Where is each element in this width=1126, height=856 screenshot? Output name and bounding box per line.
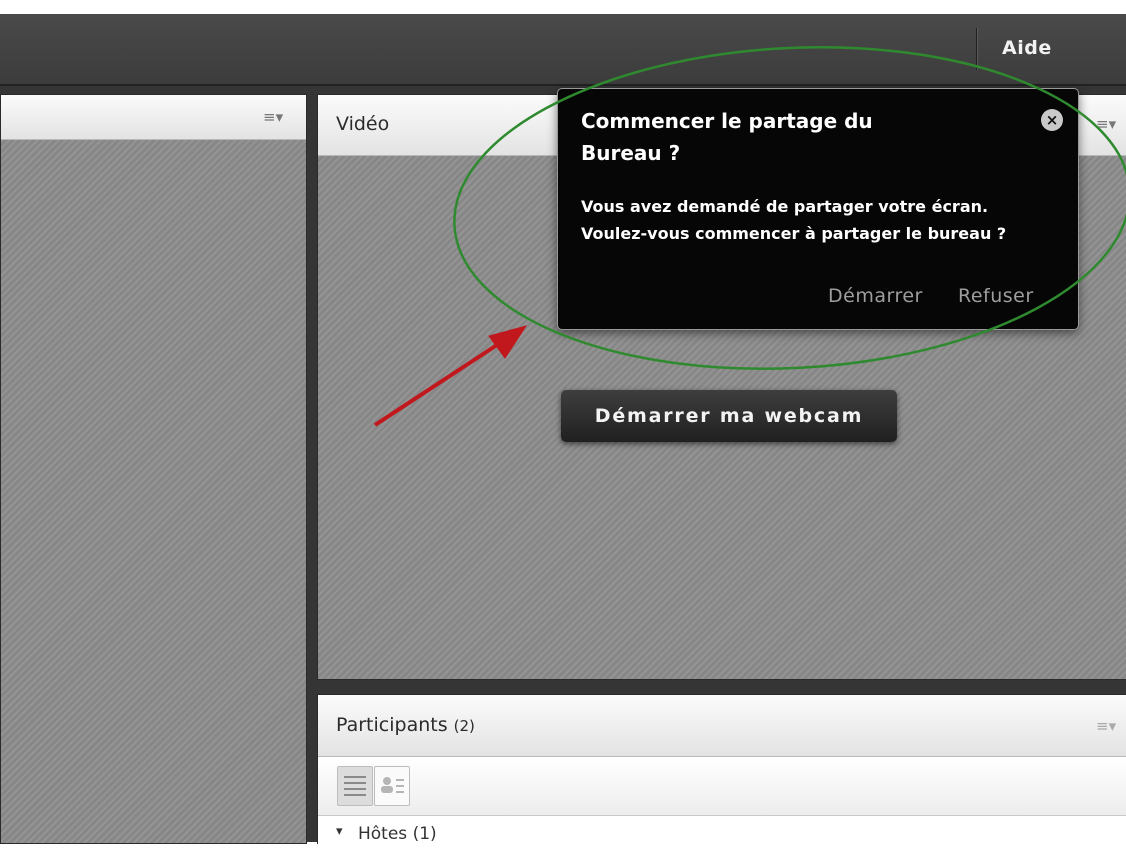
list-view-button[interactable] [337,766,373,806]
share-pod-body [1,140,306,843]
share-desktop-dialog: Commencer le partage du Bureau ? × Vous … [557,88,1079,330]
participants-pod-title: Participants (2) [336,714,475,736]
participants-pod-header: Participants (2) ≡▾ [318,695,1126,757]
decline-sharing-button[interactable]: Refuser [958,285,1034,307]
hosts-group-label: Hôtes (1) [358,824,437,844]
list-view-icon [344,776,366,796]
expand-arrow-icon: ▾ [336,824,343,839]
participants-pod-menu-icon[interactable]: ≡▾ [1096,717,1116,735]
video-pod-title: Vidéo [336,113,390,135]
close-icon[interactable]: × [1041,109,1063,131]
dialog-title: Commencer le partage du Bureau ? [581,105,1001,169]
dialog-message: Vous avez demandé de partager votre écra… [581,193,1061,247]
start-sharing-button[interactable]: Démarrer [828,285,923,307]
share-pod: ≡▾ [0,94,307,844]
dialog-title-line-1: Commencer le partage du [581,109,873,133]
participants-view-toolbar [318,757,1126,816]
help-menu[interactable]: Aide [1002,32,1052,64]
video-pod-menu-icon[interactable]: ≡▾ [1096,115,1116,133]
menu-separator [976,28,978,70]
share-pod-menu-icon[interactable]: ≡▾ [263,108,283,126]
hosts-group-row[interactable]: ▾ Hôtes (1) [318,816,1126,856]
dialog-message-line-1: Vous avez demandé de partager votre écra… [581,197,989,216]
start-webcam-button[interactable]: Démarrer ma webcam [561,390,897,442]
attendee-view-button[interactable] [374,766,410,806]
app-top-bar: Aide [0,14,1126,86]
share-pod-header: ≡▾ [1,95,306,140]
person-list-icon [381,777,404,793]
dialog-message-line-2: Voulez-vous commencer à partager le bure… [581,224,1007,243]
dialog-title-line-2: Bureau ? [581,141,681,165]
participants-pod: Participants (2) ≡▾ ▾ Hôtes (1) [317,694,1126,856]
participants-count: (2) [453,717,475,735]
participants-title-text: Participants [336,714,448,736]
